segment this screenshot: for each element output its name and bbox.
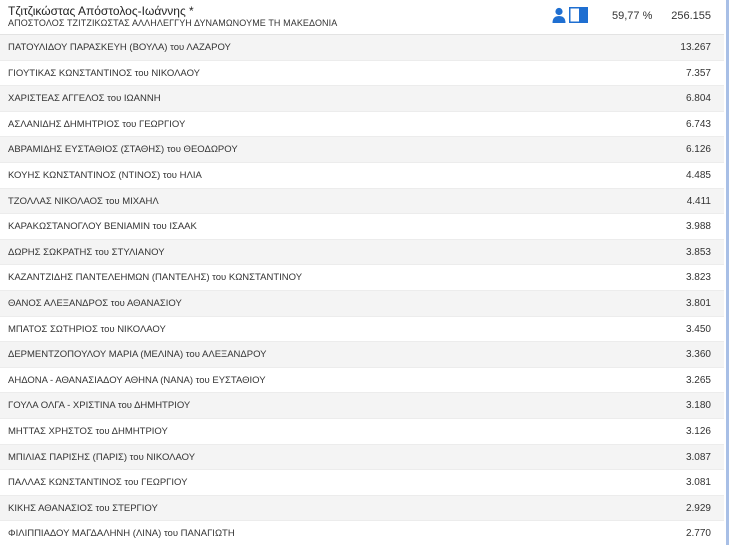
candidate-name: ΜΗΤΤΑΣ ΧΡΗΣΤΟΣ του ΔΗΜΗΤΡΙΟΥ — [8, 425, 168, 437]
candidate-name: ΤΖΟΛΛΑΣ ΝΙΚΟΛΑΟΣ του ΜΙΧΑΗΛ — [8, 195, 159, 207]
candidate-name: ΓΙΟΥΤΙΚΑΣ ΚΩΝΣΤΑΝΤΙΝΟΣ του ΝΙΚΟΛΑΟΥ — [8, 67, 200, 79]
list-item: ΓΙΟΥΤΙΚΑΣ ΚΩΝΣΤΑΝΤΙΝΟΣ του ΝΙΚΟΛΑΟΥ 7.357 — [0, 60, 724, 87]
candidate-list: ΠΑΤΟΥΛΙΔΟΥ ΠΑΡΑΣΚΕΥΗ (ΒΟΥΛΑ) του ΛΑΖΑΡΟΥ… — [0, 35, 724, 545]
candidate-votes: 3.853 — [685, 246, 711, 258]
list-item: ΦΙΛΙΠΠΙΑΔΟΥ ΜΑΓΔΑΛΗΝΗ (ΛΙΝΑ) του ΠΑΝΑΓΙΩ… — [0, 521, 724, 545]
list-item: ΜΠΑΤΟΣ ΣΩΤΗΡΙΟΣ του ΝΙΚΟΛΑΟΥ 3.450 — [0, 316, 724, 343]
candidate-votes: 2.770 — [685, 528, 711, 540]
candidate-name: ΔΩΡΗΣ ΣΩΚΡΑΤΗΣ του ΣΤΥΛΙΑΝΟΥ — [8, 246, 165, 258]
candidate-name: ΑΒΡΑΜΙΔΗΣ ΕΥΣΤΑΘΙΟΣ (ΣΤΑΘΗΣ) του ΘΕΟΔΩΡΟ… — [8, 144, 238, 156]
list-item: ΓΟΥΛΑ ΟΛΓΑ - ΧΡΙΣΤΙΝΑ του ΔΗΜΗΤΡΙΟΥ 3.180 — [0, 393, 724, 419]
candidate-votes: 6.743 — [685, 118, 711, 130]
candidate-votes: 3.801 — [685, 297, 711, 309]
candidate-name: ΠΑΛΛΑΣ ΚΩΝΣΤΑΝΤΙΝΟΣ του ΓΕΩΡΓΙΟΥ — [8, 477, 188, 489]
list-item: ΔΕΡΜΕΝΤΖΟΠΟΥΛΟΥ ΜΑΡΙΑ (ΜΕΛΙΝΑ) του ΑΛΕΞΑ… — [0, 342, 724, 368]
list-item: ΚΟΥΗΣ ΚΩΝΣΤΑΝΤΙΝΟΣ (ΝΤΙΝΟΣ) του ΗΛΙΑ 4.48… — [0, 162, 724, 189]
list-item: ΠΑΛΛΑΣ ΚΩΝΣΤΑΝΤΙΝΟΣ του ΓΕΩΡΓΙΟΥ 3.081 — [0, 470, 724, 496]
candidate-votes: 6.804 — [685, 93, 711, 105]
candidate-votes: 3.265 — [685, 374, 711, 386]
candidate-name: ΘΑΝΟΣ ΑΛΕΞΑΝΔΡΟΣ του ΑΘΑΝΑΣΙΟΥ — [8, 297, 182, 309]
list-item: ΧΑΡΙΣΤΕΑΣ ΑΓΓΕΛΟΣ του ΙΩΑΝΝΗ 6.804 — [0, 86, 724, 112]
list-item: ΑΣΛΑΝΙΔΗΣ ΔΗΜΗΤΡΙΟΣ του ΓΕΩΡΓΙΟΥ 6.743 — [0, 111, 724, 138]
list-item: ΜΗΤΤΑΣ ΧΡΗΣΤΟΣ του ΔΗΜΗΤΡΙΟΥ 3.126 — [0, 418, 724, 445]
candidate-votes: 3.180 — [685, 400, 711, 412]
results-panel: Τζιτζικώστας Απόστολος-Ιωάννης * ΑΠΟΣΤΟΛ… — [0, 0, 724, 545]
candidate-name: ΦΙΛΙΠΠΙΑΔΟΥ ΜΑΓΔΑΛΗΝΗ (ΛΙΝΑ) του ΠΑΝΑΓΙΩ… — [8, 528, 235, 540]
split-square-icon[interactable] — [569, 7, 588, 23]
list-item: ΜΠΙΛΙΑΣ ΠΑΡΙΣΗΣ (ΠΑΡΙΣ) του ΝΙΚΟΛΑΟΥ 3.08… — [0, 444, 724, 471]
list-item: ΚΑΡΑΚΩΣΤΑΝΟΓΛΟΥ ΒΕΝΙΑΜΙΝ του ΙΣΑΑΚ 3.988 — [0, 214, 724, 240]
candidate-name: ΜΠΙΛΙΑΣ ΠΑΡΙΣΗΣ (ΠΑΡΙΣ) του ΝΙΚΟΛΑΟΥ — [8, 451, 196, 463]
candidate-name: ΔΕΡΜΕΝΤΖΟΠΟΥΛΟΥ ΜΑΡΙΑ (ΜΕΛΙΝΑ) του ΑΛΕΞΑ… — [8, 349, 267, 361]
candidate-votes: 3.450 — [685, 323, 711, 335]
candidate-name: ΠΑΤΟΥΛΙΔΟΥ ΠΑΡΑΣΚΕΥΗ (ΒΟΥΛΑ) του ΛΑΖΑΡΟΥ — [8, 42, 231, 53]
candidate-votes: 3.360 — [685, 349, 711, 361]
leader-votes: 256.155 — [671, 10, 711, 22]
candidate-name: ΑΗΔΟΝΑ - ΑΘΑΝΑΣΙΑΔΟΥ ΑΘΗΝΑ (ΝΑΝΑ) του ΕΥ… — [8, 374, 266, 386]
candidate-votes: 3.087 — [685, 451, 711, 463]
candidate-votes: 3.081 — [685, 477, 711, 489]
leader-header: Τζιτζικώστας Απόστολος-Ιωάννης * ΑΠΟΣΤΟΛ… — [0, 0, 724, 35]
right-edge-bar — [724, 0, 735, 545]
list-item: ΚΑΖΑΝΤΖΙΔΗΣ ΠΑΝΤΕΛΕΗΜΩΝ (ΠΑΝΤΕΛΗΣ) του Κ… — [0, 265, 724, 291]
list-item: ΔΩΡΗΣ ΣΩΚΡΑΤΗΣ του ΣΤΥΛΙΑΝΟΥ 3.853 — [0, 239, 724, 266]
list-item: ΠΑΤΟΥΛΙΔΟΥ ΠΑΡΑΣΚΕΥΗ (ΒΟΥΛΑ) του ΛΑΖΑΡΟΥ… — [0, 35, 724, 61]
candidate-name: ΜΠΑΤΟΣ ΣΩΤΗΡΙΟΣ του ΝΙΚΟΛΑΟΥ — [8, 323, 166, 335]
list-item: ΑΗΔΟΝΑ - ΑΘΑΝΑΣΙΑΔΟΥ ΑΘΗΝΑ (ΝΑΝΑ) του ΕΥ… — [0, 367, 724, 394]
candidate-votes: 7.357 — [685, 67, 711, 79]
candidate-votes: 4.411 — [686, 195, 711, 207]
scroll-indicator[interactable] — [726, 0, 729, 545]
candidate-votes: 2.929 — [685, 502, 711, 514]
candidate-name: ΑΣΛΑΝΙΔΗΣ ΔΗΜΗΤΡΙΟΣ του ΓΕΩΡΓΙΟΥ — [8, 118, 186, 130]
list-item: ΘΑΝΟΣ ΑΛΕΞΑΝΔΡΟΣ του ΑΘΑΝΑΣΙΟΥ 3.801 — [0, 290, 724, 317]
candidate-votes: 13.267 — [680, 42, 711, 53]
candidate-votes: 6.126 — [685, 144, 711, 156]
list-item: ΑΒΡΑΜΙΔΗΣ ΕΥΣΤΑΘΙΟΣ (ΣΤΑΘΗΣ) του ΘΕΟΔΩΡΟ… — [0, 137, 724, 163]
candidate-name: ΚΑΖΑΝΤΖΙΔΗΣ ΠΑΝΤΕΛΕΗΜΩΝ (ΠΑΝΤΕΛΗΣ) του Κ… — [8, 272, 303, 284]
person-icon[interactable] — [551, 7, 567, 23]
candidate-name: ΧΑΡΙΣΤΕΑΣ ΑΓΓΕΛΟΣ του ΙΩΑΝΝΗ — [8, 93, 161, 105]
candidate-votes: 3.988 — [685, 221, 711, 233]
candidate-name: ΚΟΥΗΣ ΚΩΝΣΤΑΝΤΙΝΟΣ (ΝΤΙΝΟΣ) του ΗΛΙΑ — [8, 169, 202, 181]
leader-name: Τζιτζικώστας Απόστολος-Ιωάννης * — [8, 4, 194, 18]
candidate-votes: 3.126 — [685, 425, 711, 437]
party-name: ΑΠΟΣΤΟΛΟΣ ΤΖΙΤΖΙΚΩΣΤΑΣ ΑΛΛΗΛΕΓΓΥΗ ΔΥΝΑΜΩ… — [8, 18, 338, 28]
candidate-name: ΚΑΡΑΚΩΣΤΑΝΟΓΛΟΥ ΒΕΝΙΑΜΙΝ του ΙΣΑΑΚ — [8, 221, 197, 233]
candidate-name: ΚΙΚΗΣ ΑΘΑΝΑΣΙΟΣ του ΣΤΕΡΓΙΟΥ — [8, 502, 158, 514]
leader-percent: 59,77 % — [612, 10, 653, 22]
list-item: ΤΖΟΛΛΑΣ ΝΙΚΟΛΑΟΣ του ΜΙΧΑΗΛ 4.411 — [0, 188, 724, 215]
candidate-votes: 4.485 — [685, 169, 711, 181]
candidate-votes: 3.823 — [685, 272, 711, 284]
list-item: ΚΙΚΗΣ ΑΘΑΝΑΣΙΟΣ του ΣΤΕΡΓΙΟΥ 2.929 — [0, 495, 724, 522]
candidate-name: ΓΟΥΛΑ ΟΛΓΑ - ΧΡΙΣΤΙΝΑ του ΔΗΜΗΤΡΙΟΥ — [8, 400, 191, 412]
